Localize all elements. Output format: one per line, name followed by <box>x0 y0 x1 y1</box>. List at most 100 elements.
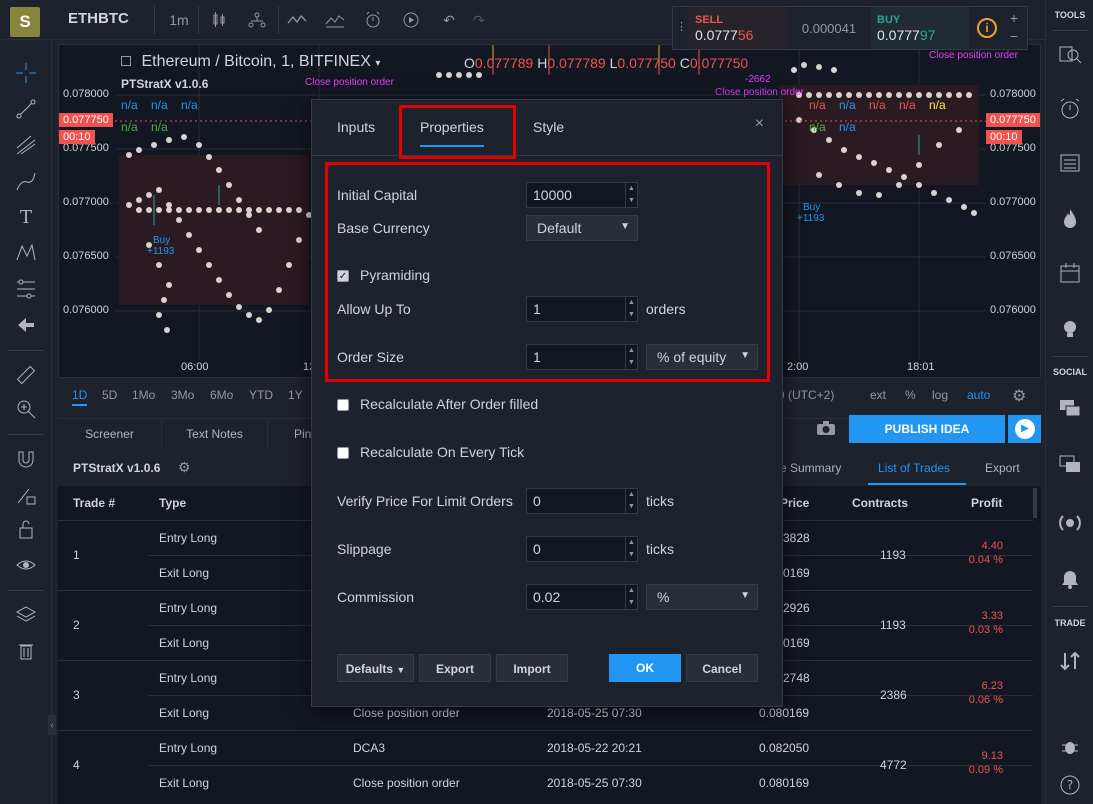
brush-icon[interactable] <box>13 168 39 194</box>
range-1d[interactable]: 1D <box>72 388 88 406</box>
range-3mo[interactable]: 3Mo <box>171 388 194 402</box>
commission-type-select[interactable]: % ▼ <box>646 584 758 610</box>
arrow-left-icon[interactable] <box>13 312 39 338</box>
logo[interactable]: S <box>10 7 40 37</box>
candles-icon[interactable] <box>206 8 232 32</box>
range-ytd[interactable]: YTD <box>249 388 273 402</box>
tab-list-of-trades[interactable]: List of Trades <box>878 461 950 475</box>
sell-button[interactable]: SELL 0.077756 <box>689 7 787 49</box>
crosshair-icon[interactable] <box>13 60 39 86</box>
replay-icon[interactable] <box>398 8 424 32</box>
range-6mo[interactable]: 6Mo <box>210 388 233 402</box>
magnet-icon[interactable] <box>13 446 39 472</box>
verify-price-field[interactable]: 0 ▲ ▼ <box>526 488 638 514</box>
recalc-after-fill-checkbox[interactable] <box>337 399 349 411</box>
defaults-button[interactable]: Defaults ▼ <box>337 654 414 682</box>
stepper-arrows-icon[interactable]: ▲ ▼ <box>625 585 637 609</box>
calendar-icon[interactable] <box>1057 260 1083 286</box>
help-icon[interactable]: ? <box>1057 772 1083 798</box>
tab-screener[interactable]: Screener <box>58 419 162 449</box>
publish-play-button[interactable]: ▶ <box>1008 415 1041 443</box>
watchlist-icon[interactable] <box>1057 42 1083 68</box>
interval-button[interactable]: 1m <box>166 8 192 32</box>
alarm-icon[interactable] <box>1057 96 1083 122</box>
trendline-icon[interactable] <box>13 96 39 122</box>
percent-toggle[interactable]: % <box>905 388 916 402</box>
auto-toggle[interactable]: auto <box>967 388 990 402</box>
base-currency-select[interactable]: Default ▼ <box>526 215 638 241</box>
order-size-field[interactable]: 1 ▲ ▼ <box>526 344 638 370</box>
ok-button[interactable]: OK <box>609 654 681 682</box>
recalc-every-tick-checkbox[interactable] <box>337 447 349 459</box>
layers-icon[interactable] <box>13 602 39 628</box>
tab-performance-summary[interactable]: e Summary <box>780 461 841 475</box>
eye-icon[interactable] <box>13 552 39 578</box>
minus-icon[interactable]: − <box>1005 27 1023 45</box>
templates-icon[interactable] <box>322 8 348 32</box>
range-1y[interactable]: 1Y <box>288 388 303 402</box>
hotlist-icon[interactable] <box>1057 206 1083 232</box>
import-button[interactable]: Import <box>496 654 568 682</box>
allow-up-to-field[interactable]: 1 ▲ ▼ <box>526 296 638 322</box>
chat-icon[interactable] <box>1057 396 1083 422</box>
tab-inputs[interactable]: Inputs <box>337 119 375 135</box>
export-button[interactable]: Export <box>419 654 491 682</box>
study-label[interactable]: PTStratX v1.0.6 <box>121 77 208 91</box>
stepper-arrows-icon[interactable]: ▲ ▼ <box>625 297 637 321</box>
private-chat-icon[interactable] <box>1057 452 1083 478</box>
lock-drawing-icon[interactable] <box>13 482 39 508</box>
undo-icon[interactable]: ↶ <box>436 8 462 32</box>
ruler-icon[interactable] <box>13 362 39 388</box>
pattern-icon[interactable] <box>13 240 39 266</box>
stepper-arrows-icon[interactable]: ▲ ▼ <box>625 537 637 561</box>
idea-lightbulb-icon[interactable] <box>1057 316 1083 342</box>
compare-icon[interactable] <box>244 8 270 32</box>
range-5d[interactable]: 5D <box>102 388 117 402</box>
zoom-in-icon[interactable] <box>13 396 39 422</box>
cancel-button[interactable]: Cancel <box>686 654 758 682</box>
data-window-icon[interactable] <box>1057 150 1083 176</box>
order-size-type-select[interactable]: % of equity ▼ <box>646 344 758 370</box>
bug-report-icon[interactable] <box>1057 734 1083 760</box>
symbol-search[interactable]: ETHBTC <box>68 10 129 27</box>
slippage-field[interactable]: 0 ▲ ▼ <box>526 536 638 562</box>
stepper-arrows-icon[interactable]: ▲ ▼ <box>625 489 637 513</box>
table-row[interactable]: 4 Entry Long DCA3 2018-05-22 20:21 0.082… <box>58 730 1033 800</box>
notification-bell-icon[interactable] <box>1057 566 1083 592</box>
tab-text-notes[interactable]: Text Notes <box>162 419 268 449</box>
trading-panel-icon[interactable] <box>1057 648 1083 674</box>
gear-icon[interactable]: ⚙ <box>178 459 191 476</box>
initial-capital-field[interactable]: 10000 ▲ ▼ <box>526 182 638 208</box>
timezone-label[interactable]: 9 (UTC+2) <box>778 388 834 402</box>
stepper-arrows-icon[interactable]: ▲ ▼ <box>625 183 637 207</box>
streams-icon[interactable] <box>1057 510 1083 536</box>
pitchfork-icon[interactable] <box>13 132 39 158</box>
plus-icon[interactable]: + <box>1005 9 1023 27</box>
scrollbar[interactable] <box>1033 488 1037 518</box>
collapse-toolbar-icon[interactable]: ‹ <box>48 715 56 735</box>
buy-button[interactable]: BUY 0.077797 <box>871 7 969 49</box>
chart-title[interactable]: Ethereum / Bitcoin, 1, BITFINEX ▾ <box>121 53 380 71</box>
publish-idea-button[interactable]: PUBLISH IDEA <box>849 415 1005 443</box>
pyramiding-checkbox[interactable]: ✓ <box>337 270 349 282</box>
commission-field[interactable]: 0.02 ▲ ▼ <box>526 584 638 610</box>
trash-icon[interactable] <box>13 638 39 664</box>
redo-icon[interactable]: ↷ <box>466 8 492 32</box>
tab-export[interactable]: Export <box>985 461 1020 475</box>
stepper-arrows-icon[interactable]: ▲ ▼ <box>625 345 637 369</box>
tab-style[interactable]: Style <box>533 119 564 135</box>
log-toggle[interactable]: log <box>932 388 948 402</box>
info-icon[interactable]: i <box>977 18 997 38</box>
collapse-icon[interactable] <box>121 56 131 66</box>
text-icon[interactable]: T <box>13 204 39 230</box>
range-1mo[interactable]: 1Mo <box>132 388 155 402</box>
alert-icon[interactable] <box>360 8 386 32</box>
close-icon[interactable]: × <box>755 115 764 133</box>
fib-icon[interactable] <box>13 276 39 302</box>
gear-icon[interactable]: ⚙ <box>1012 386 1026 406</box>
chevron-down-icon[interactable]: ▾ <box>375 58 380 69</box>
extended-hours-toggle[interactable]: ext <box>870 388 886 402</box>
camera-icon[interactable] <box>816 420 836 441</box>
indicators-icon[interactable] <box>284 8 310 32</box>
unlock-icon[interactable] <box>13 516 39 542</box>
